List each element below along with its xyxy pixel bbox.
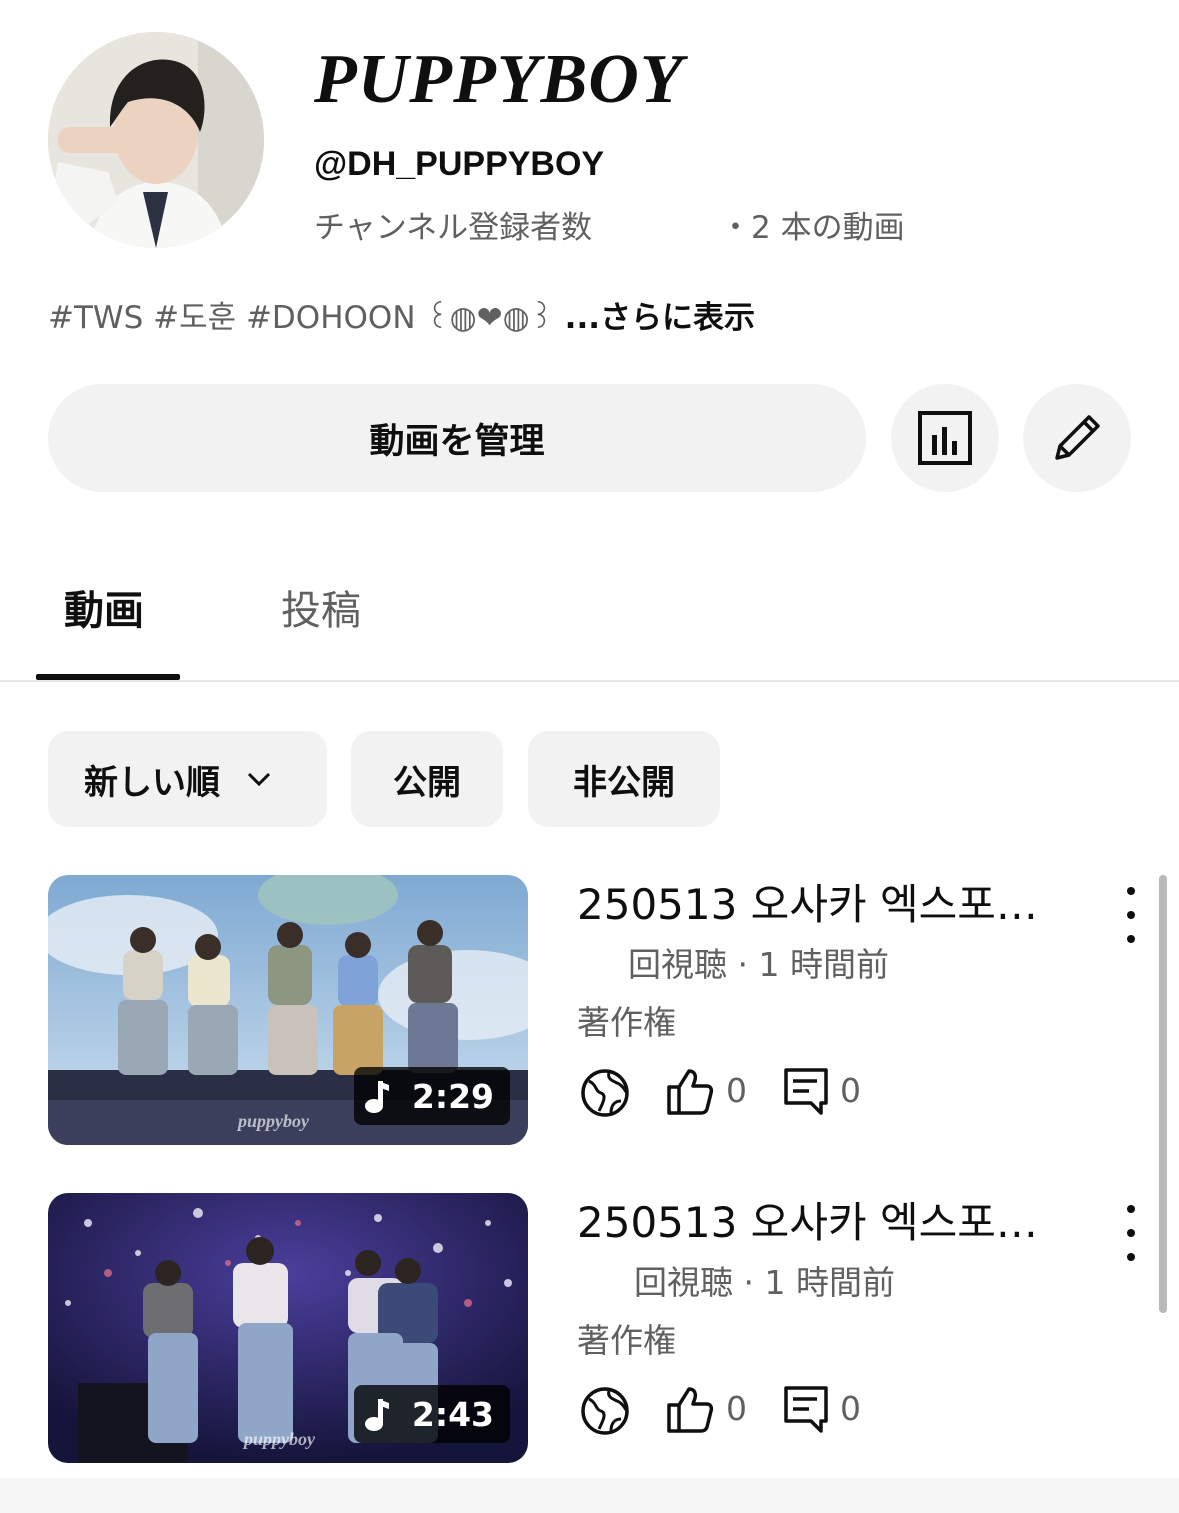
video-thumbnail[interactable]: puppyboy 2:29: [48, 875, 528, 1145]
like-count: 0: [726, 1389, 747, 1428]
pencil-icon: [1055, 415, 1100, 460]
more-options-icon[interactable]: [1114, 885, 1148, 945]
sort-label: 新しい順: [84, 762, 220, 803]
video-title[interactable]: 250513 오사카 엑스포…: [577, 877, 1038, 933]
filter-private-chip[interactable]: 非公開: [528, 731, 720, 827]
tab-videos[interactable]: 動画: [64, 586, 144, 636]
comment-icon: [784, 1386, 828, 1433]
copyright-status[interactable]: 著作権: [577, 1001, 676, 1045]
subscriber-count-label: チャンネル登録者数: [314, 210, 593, 246]
globe-icon: [581, 1387, 629, 1435]
duration-text: 2:29: [411, 1076, 494, 1116]
video-item[interactable]: puppyboy 2:29 250513 오사카 엑스포… 回視聴 · 1 時間…: [0, 875, 1179, 1147]
bottom-edge: [0, 1478, 1179, 1513]
video-item[interactable]: puppyboy 2:43 250513 오사카 엑스포… 回視聴 · 1 時間…: [0, 1193, 1179, 1465]
analytics-icon: [918, 411, 972, 465]
video-stats: 0 0: [577, 1385, 897, 1439]
channel-description[interactable]: #TWS #도훈 #DOHOON ꒰◍❤︎◍꒱ ...さらに表示: [48, 296, 755, 340]
globe-icon: [581, 1069, 629, 1117]
like-count: 0: [726, 1071, 747, 1110]
edit-channel-button[interactable]: [1023, 384, 1131, 492]
thumbnail-watermark: puppyboy: [244, 1429, 315, 1449]
channel-handle: @DH_PUPPYBOY: [314, 145, 605, 183]
show-more-link[interactable]: ...さらに表示: [554, 300, 755, 336]
comment-icon: [784, 1068, 828, 1115]
comment-count: 0: [840, 1071, 861, 1110]
description-text: #TWS #도훈 #DOHOON ꒰◍❤︎◍꒱: [48, 300, 554, 336]
chevron-down-icon: [247, 772, 271, 787]
video-thumbnail[interactable]: puppyboy 2:43: [48, 1193, 528, 1463]
channel-tabs: 動画 投稿: [0, 560, 1179, 682]
sort-dropdown[interactable]: 新しい順: [48, 731, 327, 827]
scrollbar[interactable]: [1159, 875, 1167, 1313]
channel-name: PUPPYBOY: [314, 41, 684, 118]
video-meta: 回視聴 · 1 時間前: [634, 1263, 895, 1302]
manage-videos-button[interactable]: 動画を管理: [48, 384, 866, 492]
more-options-icon[interactable]: [1114, 1203, 1148, 1263]
tabs-divider: [0, 680, 1179, 682]
music-note-icon: [364, 1399, 389, 1431]
duration-badge: 2:43: [353, 1385, 510, 1443]
filter-public-chip[interactable]: 公開: [351, 731, 503, 827]
duration-badge: 2:29: [353, 1067, 510, 1125]
channel-stats: チャンネル登録者数 ・2 本の動画: [314, 206, 905, 250]
comment-count: 0: [840, 1389, 861, 1428]
channel-avatar[interactable]: [48, 32, 264, 248]
copyright-status[interactable]: 著作権: [577, 1319, 676, 1363]
video-title[interactable]: 250513 오사카 엑스포…: [577, 1195, 1038, 1251]
analytics-button[interactable]: [891, 384, 999, 492]
duration-text: 2:43: [411, 1394, 494, 1434]
like-icon: [667, 1387, 714, 1433]
video-stats: 0 0: [577, 1067, 897, 1121]
video-count: ・2 本の動画: [720, 210, 905, 246]
tab-posts[interactable]: 投稿: [281, 586, 361, 636]
music-note-icon: [364, 1081, 389, 1113]
thumbnail-watermark: puppyboy: [238, 1111, 309, 1131]
video-meta: 回視聴 · 1 時間前: [628, 945, 889, 984]
like-icon: [667, 1069, 714, 1115]
